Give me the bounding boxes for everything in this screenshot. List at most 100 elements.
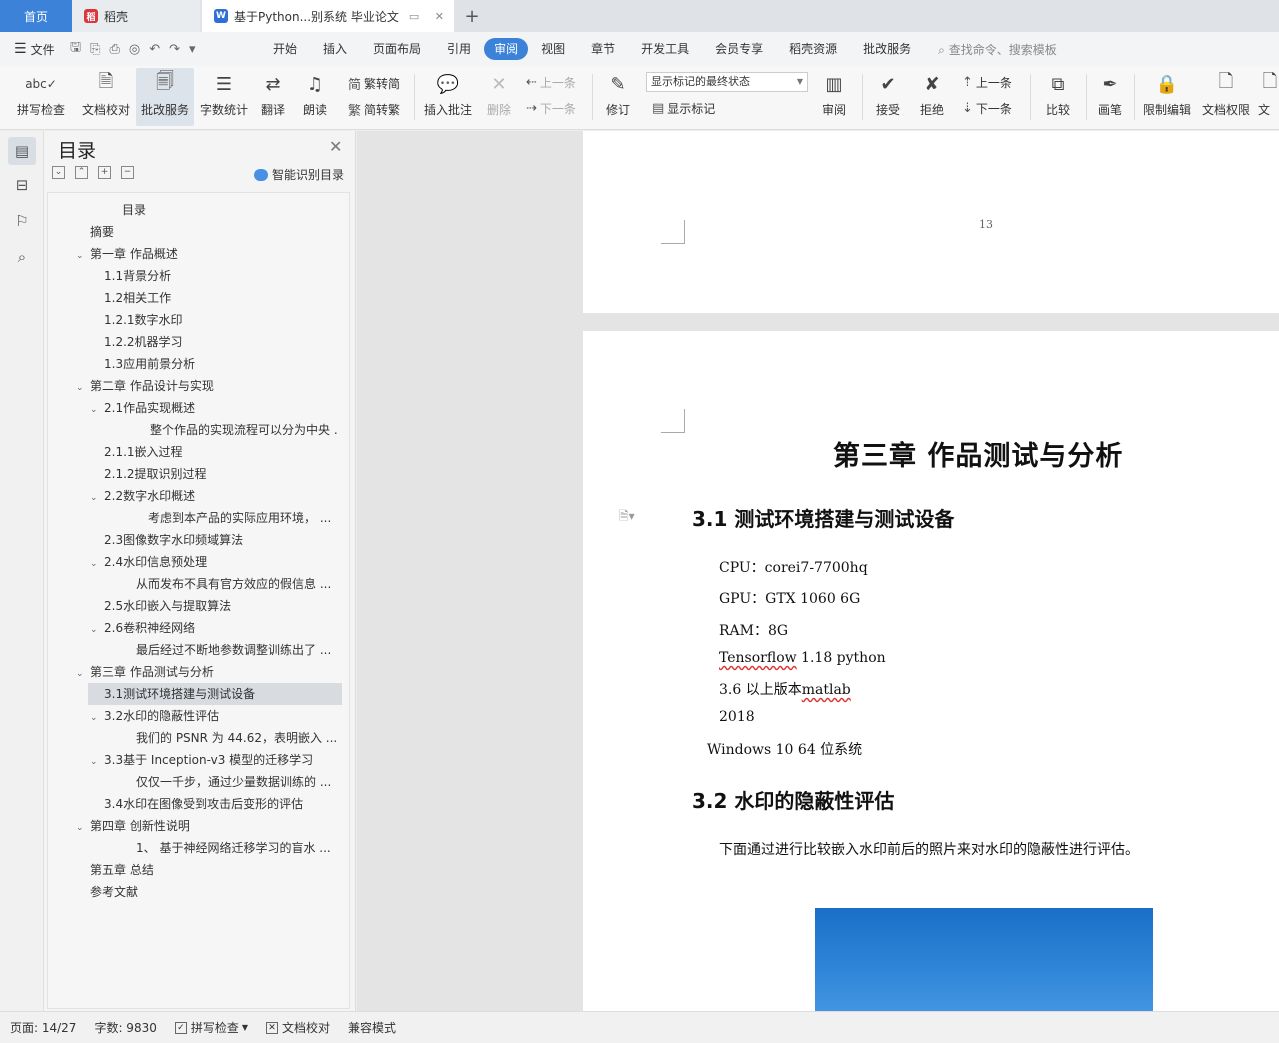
toc-item[interactable]: ⌄ 第一章 作品概述 bbox=[76, 243, 337, 265]
chevron-down-icon[interactable]: ⌄ bbox=[90, 751, 104, 771]
toc-item[interactable]: ⌄ 2.1作品实现概述 bbox=[90, 397, 337, 419]
toc-item[interactable]: ⌄ 2.2数字水印概述 bbox=[90, 485, 337, 507]
page-indicator[interactable]: 页面: 14/27 bbox=[10, 1019, 76, 1036]
add-tab-button[interactable]: + bbox=[458, 0, 486, 32]
compare-button[interactable]: ⧉ 比较 bbox=[1036, 68, 1080, 126]
chevron-down-icon[interactable]: ⌄ bbox=[76, 377, 90, 397]
toc-item[interactable]: 参考文献 bbox=[90, 881, 337, 903]
show-markup-button[interactable]: ▤ 显示标记 bbox=[652, 100, 715, 117]
toc-item[interactable]: 整个作品的实现流程可以分为中央 ... bbox=[150, 419, 337, 441]
prev-comment-button[interactable]: ⇠ 上一条 bbox=[526, 74, 576, 91]
toc-item[interactable]: ⌄ 第二章 作品设计与实现 bbox=[76, 375, 337, 397]
chapter-nav-icon[interactable]: ⊟ bbox=[8, 171, 36, 199]
delete-comment-button[interactable]: ✕ 删除 bbox=[480, 68, 518, 126]
markup-state-select[interactable]: 显示标记的最终状态 ▼ bbox=[646, 72, 808, 92]
chevron-down-icon[interactable]: ⌄ bbox=[90, 707, 104, 727]
more-dropdown-icon[interactable]: ▾ bbox=[189, 42, 196, 57]
tab-revise-service[interactable]: 批改服务 bbox=[850, 38, 924, 60]
spell-check-button[interactable]: abc✓ 拼写检查 bbox=[8, 68, 74, 126]
tab-insert[interactable]: 插入 bbox=[310, 38, 360, 60]
print-preview-icon[interactable]: ◎ bbox=[129, 42, 140, 57]
toc-item[interactable]: 3.1测试环境搭建与测试设备 bbox=[88, 683, 342, 705]
toc-item[interactable]: 2.1.1嵌入过程 bbox=[104, 441, 337, 463]
revise-service-button[interactable]: 🗐 批改服务 bbox=[136, 68, 194, 126]
tab-window-close-icons[interactable]: ▭ ✕ bbox=[409, 10, 450, 23]
paragraph-layout-icon[interactable]: 🗎▾ bbox=[619, 507, 635, 528]
tab-layout[interactable]: 页面布局 bbox=[360, 38, 434, 60]
export-pdf-icon[interactable]: ⎘ bbox=[90, 42, 100, 57]
toc-item[interactable]: 2.1.2提取识别过程 bbox=[104, 463, 337, 485]
toc-item[interactable]: ⌄ 2.6卷积神经网络 bbox=[90, 617, 337, 639]
collapse-all-icon[interactable]: ⌄ bbox=[52, 166, 65, 179]
tab-document[interactable]: W 基于Python...别系统 毕业论文 ▭ ✕ bbox=[202, 0, 454, 32]
toc-item[interactable]: 2.5水印嵌入与提取算法 bbox=[104, 595, 337, 617]
accept-button[interactable]: ✔ 接受 bbox=[868, 68, 908, 126]
toc-item[interactable]: 仅仅一千步，通过少量数据训练的 ... bbox=[136, 771, 337, 793]
toc-item[interactable]: 第五章 总结 bbox=[90, 859, 337, 881]
toc-item[interactable]: 1、 基于神经网络迁移学习的盲水 ... bbox=[136, 837, 337, 859]
sample-image[interactable] bbox=[815, 908, 1153, 1011]
proofread-button[interactable]: 🗎 文档校对 bbox=[78, 68, 134, 126]
tab-home[interactable]: 首页 bbox=[0, 0, 72, 32]
bookmark-icon[interactable]: ⚐ bbox=[8, 207, 36, 235]
doc-more-button[interactable]: 🗋 文 bbox=[1258, 68, 1279, 126]
smart-toc-button[interactable]: 智能识别目录 bbox=[254, 166, 344, 183]
tab-daoke[interactable]: 稻 稻壳 bbox=[72, 0, 200, 32]
chevron-down-icon[interactable]: ⌄ bbox=[76, 817, 90, 837]
toc-item[interactable]: 3.4水印在图像受到攻击后变形的评估 bbox=[104, 793, 337, 815]
search-nav-icon[interactable]: ⌕ bbox=[8, 243, 36, 271]
tab-view[interactable]: 视图 bbox=[528, 38, 578, 60]
toc-item[interactable]: ⌄ 第三章 作品测试与分析 bbox=[76, 661, 337, 683]
toc-item[interactable]: 最后经过不断地参数调整训练出了 ... bbox=[136, 639, 337, 661]
tab-developer[interactable]: 开发工具 bbox=[628, 38, 702, 60]
file-menu[interactable]: ☰ 文件 bbox=[0, 41, 70, 58]
chevron-down-icon[interactable]: ⌄ bbox=[76, 245, 90, 265]
undo-icon[interactable]: ↶ bbox=[149, 42, 160, 57]
redo-icon[interactable]: ↷ bbox=[169, 42, 180, 57]
toc-item[interactable]: 2.3图像数字水印频域算法 bbox=[104, 529, 337, 551]
next-change-button[interactable]: ⇣ 下一条 bbox=[962, 100, 1012, 117]
chevron-down-icon[interactable]: ⌄ bbox=[90, 487, 104, 507]
translate-button[interactable]: ⇄ 翻译 bbox=[254, 68, 292, 126]
toc-item[interactable]: ⌄ 3.3基于 Inception-v3 模型的迁移学习 bbox=[90, 749, 337, 771]
proofread-toggle[interactable]: ✕ 文档校对 bbox=[266, 1019, 330, 1036]
word-count-button[interactable]: ☰ 字数统计 bbox=[196, 68, 252, 126]
chevron-down-icon[interactable]: ⌄ bbox=[90, 553, 104, 573]
toc-item[interactable]: 考虑到本产品的实际应用环境， ... bbox=[148, 507, 337, 529]
expand-up-icon[interactable]: ⌃ bbox=[75, 166, 88, 179]
tab-daoke-resources[interactable]: 稻壳资源 bbox=[776, 38, 850, 60]
prev-change-button[interactable]: ⇡ 上一条 bbox=[962, 74, 1012, 91]
tab-member[interactable]: 会员专享 bbox=[702, 38, 776, 60]
insert-comment-button[interactable]: 💬 插入批注 bbox=[420, 68, 476, 126]
toc-item[interactable]: ⌄ 第四章 创新性说明 bbox=[76, 815, 337, 837]
toc-item[interactable]: 从而发布不具有官方效应的假信息 ... bbox=[136, 573, 337, 595]
toc-item[interactable]: 摘要 bbox=[90, 221, 337, 243]
tab-review[interactable]: 审阅 bbox=[484, 38, 529, 60]
chevron-down-icon[interactable]: ⌄ bbox=[90, 619, 104, 639]
tab-references[interactable]: 引用 bbox=[434, 38, 484, 60]
pen-button[interactable]: ✒ 画笔 bbox=[1092, 68, 1128, 126]
simp-to-trad-button[interactable]: 繁简转繁 bbox=[348, 100, 400, 119]
toc-item[interactable]: 1.2相关工作 bbox=[104, 287, 337, 309]
toc-item[interactable]: 1.2.1数字水印 bbox=[104, 309, 337, 331]
add-heading-icon[interactable]: + bbox=[98, 166, 111, 179]
tab-chapter[interactable]: 章节 bbox=[578, 38, 628, 60]
toc-item[interactable]: 1.3应用前景分析 bbox=[104, 353, 337, 375]
toc-item[interactable]: 我们的 PSNR 为 44.62，表明嵌入 ... bbox=[136, 727, 337, 749]
toc-nav-icon[interactable]: ▤ bbox=[8, 137, 36, 165]
restrict-edit-button[interactable]: 🔒 限制编辑 bbox=[1140, 68, 1194, 126]
command-search[interactable]: ⌕ 查找命令、搜索模板 bbox=[938, 41, 1057, 58]
reject-button[interactable]: ✘ 拒绝 bbox=[912, 68, 952, 126]
save-icon[interactable]: 🖫 bbox=[70, 38, 81, 60]
remove-heading-icon[interactable]: − bbox=[121, 166, 134, 179]
close-icon[interactable]: ✕ bbox=[329, 137, 342, 156]
trad-to-simp-button[interactable]: 简繁转简 bbox=[348, 74, 400, 93]
word-count-indicator[interactable]: 字数: 9830 bbox=[94, 1019, 156, 1036]
next-comment-button[interactable]: ⇢ 下一条 bbox=[526, 100, 576, 117]
document-page[interactable]: 第三章 作品测试与分析 🗎▾ 3.1 测试环境搭建与测试设备 CPU：corei… bbox=[583, 331, 1279, 1011]
print-icon[interactable]: ⎙ bbox=[109, 42, 119, 57]
read-aloud-button[interactable]: ♫ 朗读 bbox=[296, 68, 334, 126]
toc-item[interactable]: ⌄ 2.4水印信息预处理 bbox=[90, 551, 337, 573]
track-changes-button[interactable]: ✎ 修订 bbox=[598, 68, 638, 126]
toc-item[interactable]: 1.2.2机器学习 bbox=[104, 331, 337, 353]
